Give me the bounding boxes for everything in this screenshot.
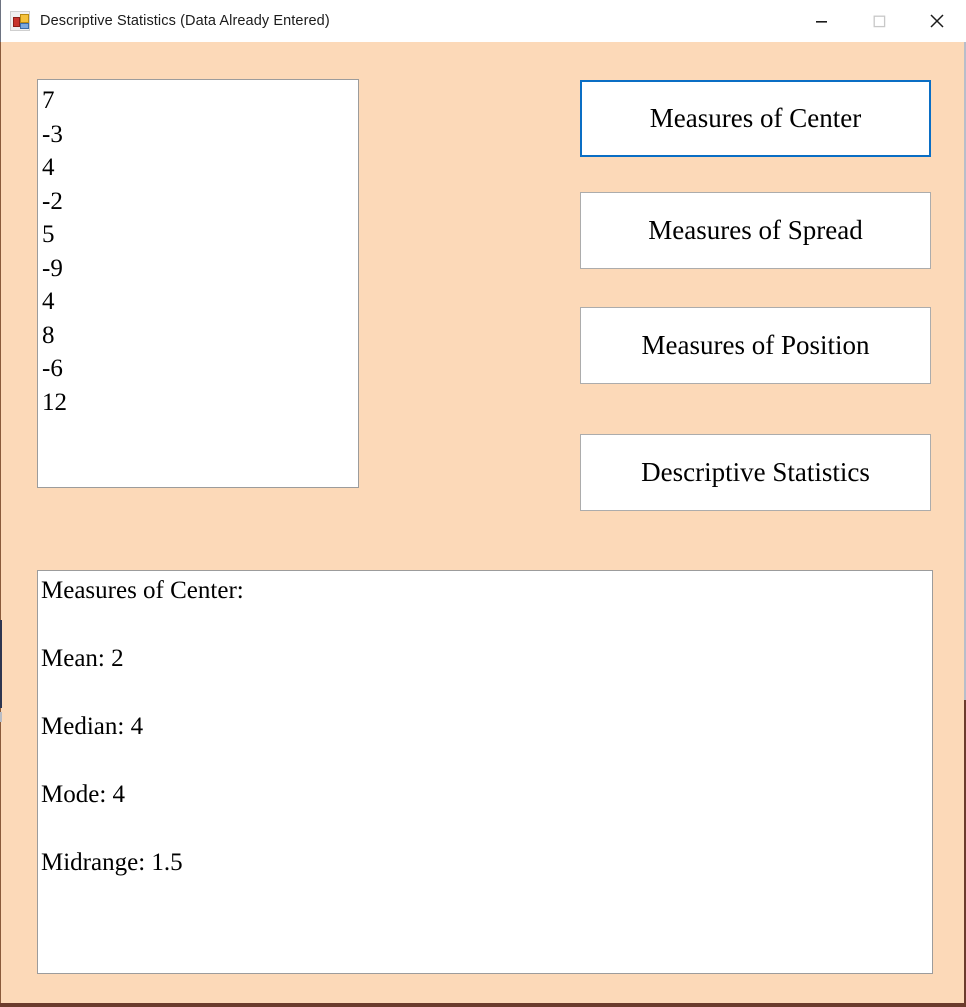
- list-item[interactable]: 4: [42, 151, 358, 185]
- window-controls: [792, 0, 966, 42]
- window-edge-left: [0, 42, 4, 1003]
- application-window: Descriptive Statistics (Data Already Ent…: [0, 0, 966, 1007]
- measures-of-center-button[interactable]: Measures of Center: [580, 80, 931, 157]
- list-item[interactable]: -2: [42, 185, 358, 219]
- window-edge-left-sliver-lower: [0, 712, 2, 722]
- maximize-button[interactable]: [850, 0, 908, 42]
- list-item[interactable]: 7: [42, 84, 358, 118]
- close-button[interactable]: [908, 0, 966, 42]
- window-edge-bottom: [0, 1003, 966, 1007]
- list-item[interactable]: -3: [42, 118, 358, 152]
- output-line: Midrange: 1.5: [41, 849, 183, 876]
- list-item[interactable]: 8: [42, 319, 358, 353]
- list-item[interactable]: 5: [42, 218, 358, 252]
- results-output[interactable]: Measures of Center: Mean: 2 Median: 4 Mo…: [37, 570, 933, 974]
- data-values-listbox[interactable]: 7 -3 4 -2 5 -9 4 8 -6 12: [37, 79, 359, 488]
- list-item[interactable]: -6: [42, 352, 358, 386]
- close-icon: [930, 14, 944, 28]
- output-line: Median: 4: [41, 713, 144, 740]
- list-item[interactable]: -9: [42, 252, 358, 286]
- list-item[interactable]: 12: [42, 386, 358, 420]
- window-edge-left-sliver-upper: [0, 620, 2, 708]
- minimize-button[interactable]: [792, 0, 850, 42]
- output-line: Mode: 4: [41, 781, 126, 808]
- title-bar-left: Descriptive Statistics (Data Already Ent…: [10, 0, 330, 42]
- minimize-icon: [815, 20, 827, 23]
- measures-of-spread-button[interactable]: Measures of Spread: [580, 192, 931, 269]
- measures-of-position-button[interactable]: Measures of Position: [580, 307, 931, 384]
- app-window-icon: [10, 11, 30, 31]
- output-line: Measures of Center:: [41, 577, 244, 604]
- output-line: Mean: 2: [41, 645, 124, 672]
- list-item[interactable]: 4: [42, 285, 358, 319]
- title-bar: Descriptive Statistics (Data Already Ent…: [0, 0, 966, 42]
- maximize-icon: [873, 15, 885, 27]
- window-title: Descriptive Statistics (Data Already Ent…: [40, 13, 330, 29]
- descriptive-statistics-button[interactable]: Descriptive Statistics: [580, 434, 931, 511]
